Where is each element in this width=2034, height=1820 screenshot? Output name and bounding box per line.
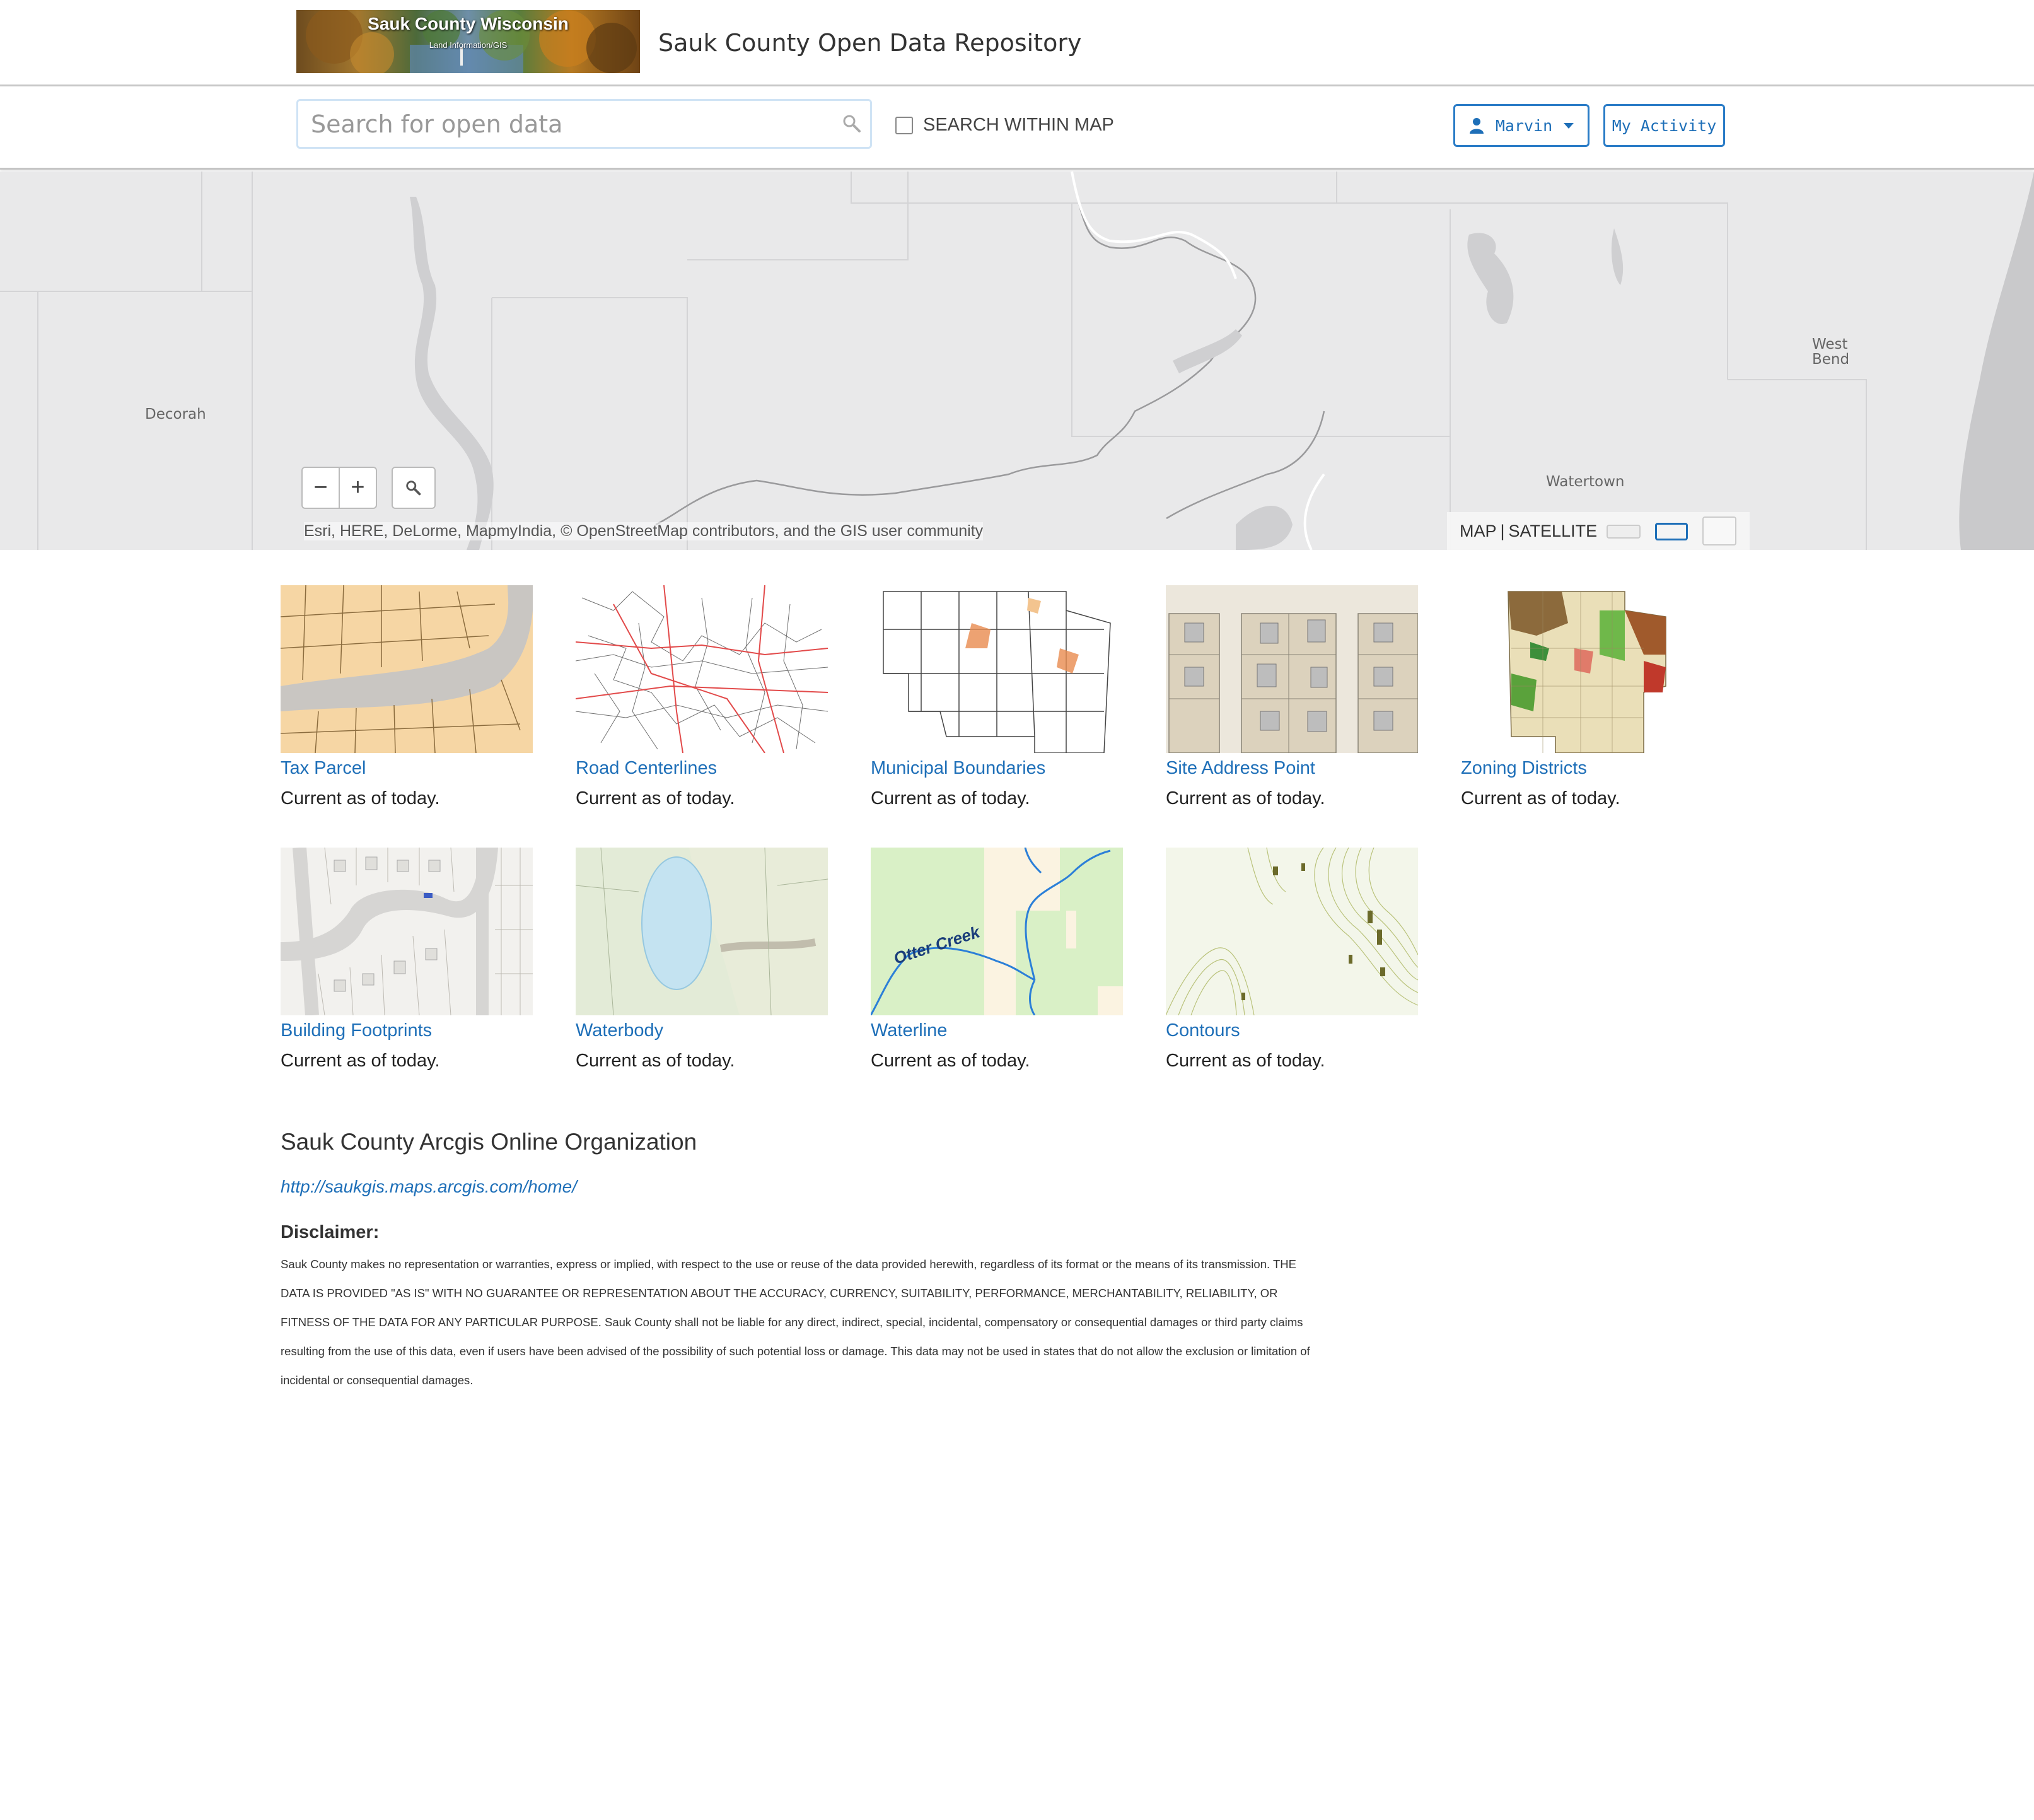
dataset-status: Current as of today. <box>1461 788 1620 808</box>
logo-subtitle: Land Information/GIS <box>429 40 508 50</box>
search-within-map-label: SEARCH WITHIN MAP <box>923 115 1114 135</box>
place-label: Decorah <box>145 406 206 423</box>
dataset-card[interactable]: Building Footprints Current as of today. <box>281 848 533 1071</box>
dataset-thumbnail[interactable]: Otter Creek <box>871 848 1123 1015</box>
search-input[interactable] <box>311 106 828 143</box>
disclaimer-text: Sauk County makes no representation or w… <box>281 1257 1310 1387</box>
user-icon <box>1469 118 1484 134</box>
search-icon[interactable] <box>842 114 862 134</box>
dataset-thumbnail[interactable] <box>1461 585 1713 753</box>
disclaimer-title: Disclaimer: <box>281 1222 380 1242</box>
basemap-satellite-option[interactable]: SATELLITE <box>1509 522 1598 541</box>
dataset-card[interactable]: Site Address Point Current as of today. <box>1166 585 1418 809</box>
search-icon <box>406 480 421 495</box>
dataset-card[interactable]: Tax Parcel Current as of today. <box>281 585 533 809</box>
dataset-thumbnail[interactable] <box>576 585 828 753</box>
dataset-status: Current as of today. <box>1166 788 1325 808</box>
dataset-thumbnail[interactable] <box>281 585 533 753</box>
dataset-card[interactable]: Zoning Districts Current as of today. <box>1461 585 1713 809</box>
zoom-in-button[interactable]: + <box>340 468 376 508</box>
dataset-card[interactable]: Waterbody Current as of today. <box>576 848 828 1071</box>
basemap-switcher: MAP | SATELLITE <box>1447 512 1750 550</box>
my-activity-button[interactable]: My Activity <box>1603 104 1725 147</box>
place-label: Watertown <box>1546 474 1625 490</box>
search-toolbar: SEARCH WITHIN MAP Marvin My Activity <box>0 86 2034 170</box>
search-box <box>296 99 872 149</box>
dataset-status: Current as of today. <box>871 788 1030 808</box>
basemap-dark-swatch[interactable] <box>1702 516 1736 545</box>
zoom-control: − + <box>301 467 377 509</box>
logo-title: Sauk County Wisconsin <box>368 14 569 33</box>
dataset-status: Current as of today. <box>576 788 735 808</box>
org-link[interactable]: http://saukgis.maps.arcgis.com/home/ <box>281 1177 577 1197</box>
dataset-thumbnail[interactable] <box>576 848 828 1015</box>
dataset-card[interactable]: Contours Current as of today. <box>1166 848 1418 1071</box>
user-name: Marvin <box>1495 116 1553 135</box>
dataset-title[interactable]: Municipal Boundaries <box>871 758 1123 779</box>
dataset-thumbnail[interactable] <box>1166 848 1418 1015</box>
chevron-down-icon <box>1564 122 1574 129</box>
dataset-card[interactable]: Municipal Boundaries Current as of today… <box>871 585 1123 809</box>
dataset-status: Current as of today. <box>281 788 440 808</box>
dataset-title[interactable]: Site Address Point <box>1166 758 1418 779</box>
site-header: Sauk County Wisconsin Land Information/G… <box>0 0 2034 86</box>
basemap-light-swatch[interactable] <box>1607 525 1641 539</box>
site-title[interactable]: Sauk County Open Data Repository <box>658 29 1081 57</box>
org-title: Sauk County Arcgis Online Organization <box>281 1129 697 1155</box>
map-view[interactable]: Decorah West Bend Watertown − + Esri, HE… <box>0 172 2034 550</box>
place-label: West Bend <box>1812 336 1850 368</box>
search-within-map-checkbox[interactable] <box>895 116 913 134</box>
dataset-title[interactable]: Road Centerlines <box>576 758 828 779</box>
basemap-map-option[interactable]: MAP <box>1460 522 1497 541</box>
dataset-status: Current as of today. <box>1166 1051 1325 1071</box>
user-menu-button[interactable]: Marvin <box>1453 104 1589 147</box>
basemap-separator: | <box>1500 521 1505 540</box>
county-logo[interactable]: Sauk County Wisconsin Land Information/G… <box>296 10 640 73</box>
dataset-title[interactable]: Contours <box>1166 1020 1418 1041</box>
basemap-gray-swatch[interactable] <box>1655 523 1688 540</box>
dataset-title[interactable]: Zoning Districts <box>1461 758 1713 779</box>
map-search-button[interactable] <box>392 467 436 509</box>
dataset-thumbnail[interactable] <box>281 848 533 1015</box>
search-within-map-toggle[interactable]: SEARCH WITHIN MAP <box>895 115 1114 136</box>
dataset-card[interactable]: Road Centerlines Current as of today. <box>576 585 828 809</box>
dataset-status: Current as of today. <box>281 1051 440 1071</box>
dataset-status: Current as of today. <box>576 1051 735 1071</box>
zoom-out-button[interactable]: − <box>303 468 340 508</box>
dataset-title[interactable]: Building Footprints <box>281 1020 533 1041</box>
dataset-title[interactable]: Waterbody <box>576 1020 828 1041</box>
map-attribution: Esri, HERE, DeLorme, MapmyIndia, © OpenS… <box>304 522 984 540</box>
dataset-thumbnail[interactable] <box>871 585 1123 753</box>
dataset-title[interactable]: Waterline <box>871 1020 1123 1041</box>
dataset-thumbnail[interactable] <box>1166 585 1418 753</box>
dataset-title[interactable]: Tax Parcel <box>281 758 533 779</box>
dataset-card[interactable]: Otter Creek Waterline Current as of toda… <box>871 848 1123 1071</box>
dataset-status: Current as of today. <box>871 1051 1030 1071</box>
